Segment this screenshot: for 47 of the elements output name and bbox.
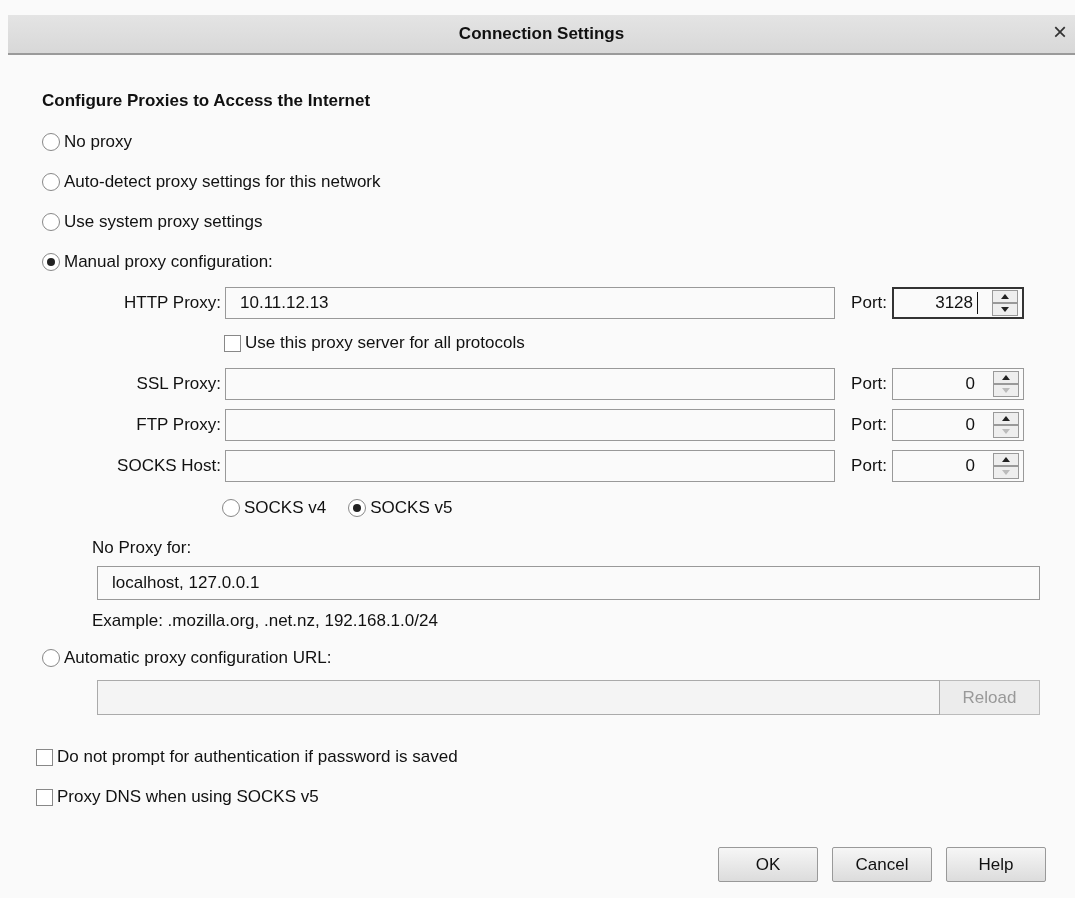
field-label: SOCKS Host: [116,455,222,476]
checkbox[interactable] [36,788,53,806]
port-field[interactable]: 0 [892,367,1024,400]
radio-button[interactable] [222,499,240,517]
field-label: Port: [850,292,888,313]
radio-button[interactable] [42,649,60,667]
radio-button[interactable] [42,213,60,231]
port-field[interactable]: 3128 [892,286,1024,319]
radio-label[interactable]: Manual proxy configuration: [64,252,273,272]
radio-label[interactable]: Auto-detect proxy settings for this network [64,172,381,192]
hint-text: Example: .mozilla.org, .net.nz, 192.168.1.0/24 [92,611,438,631]
radio-label[interactable]: SOCKS v5 [370,498,453,518]
input-field[interactable] [225,449,835,482]
checkbox-label[interactable]: Use this proxy server for all protocols [245,333,525,353]
radio-label[interactable]: SOCKS v4 [244,498,327,518]
checkbox[interactable] [224,334,241,352]
port-field[interactable]: 0 [892,449,1024,482]
input-field[interactable] [225,408,835,441]
radio-button[interactable] [42,173,60,191]
radio-label[interactable]: Automatic proxy configuration URL: [64,648,332,668]
dialog-button[interactable]: OK [718,847,818,882]
window-title: Connection Settings [458,24,625,44]
field-label: HTTP Proxy: [123,292,222,313]
field-label: Port: [850,373,888,394]
field-label: FTP Proxy: [135,414,222,435]
radio-button[interactable] [42,133,60,151]
input-field[interactable] [225,367,835,400]
checkbox-label[interactable]: Proxy DNS when using SOCKS v5 [57,787,319,807]
input-field[interactable]: localhost, 127.0.0.1 [97,566,1040,600]
field-label: Port: [850,455,888,476]
field-label: Port: [850,414,888,435]
radio-button[interactable] [42,253,60,271]
checkbox[interactable] [36,748,53,766]
input-field[interactable]: 10.11.12.13 [225,286,835,319]
close-button[interactable]: × [1049,19,1071,45]
input-field[interactable] [97,680,940,715]
spinner-arrows-icon[interactable] [992,289,1018,316]
section-heading: Configure Proxies to Access the Internet [42,91,372,111]
radio-button[interactable] [348,499,367,517]
radio-label[interactable]: Use system proxy settings [64,212,263,232]
field-label: SSL Proxy: [135,373,222,394]
field-label: No Proxy for: [92,538,192,558]
checkbox-label[interactable]: Do not prompt for authentication if password is saved [57,747,458,767]
dialog-button[interactable]: Help [946,847,1046,882]
radio-label[interactable]: No proxy [64,132,133,152]
port-field[interactable]: 0 [892,408,1024,441]
dialog-button[interactable]: Cancel [832,847,932,882]
